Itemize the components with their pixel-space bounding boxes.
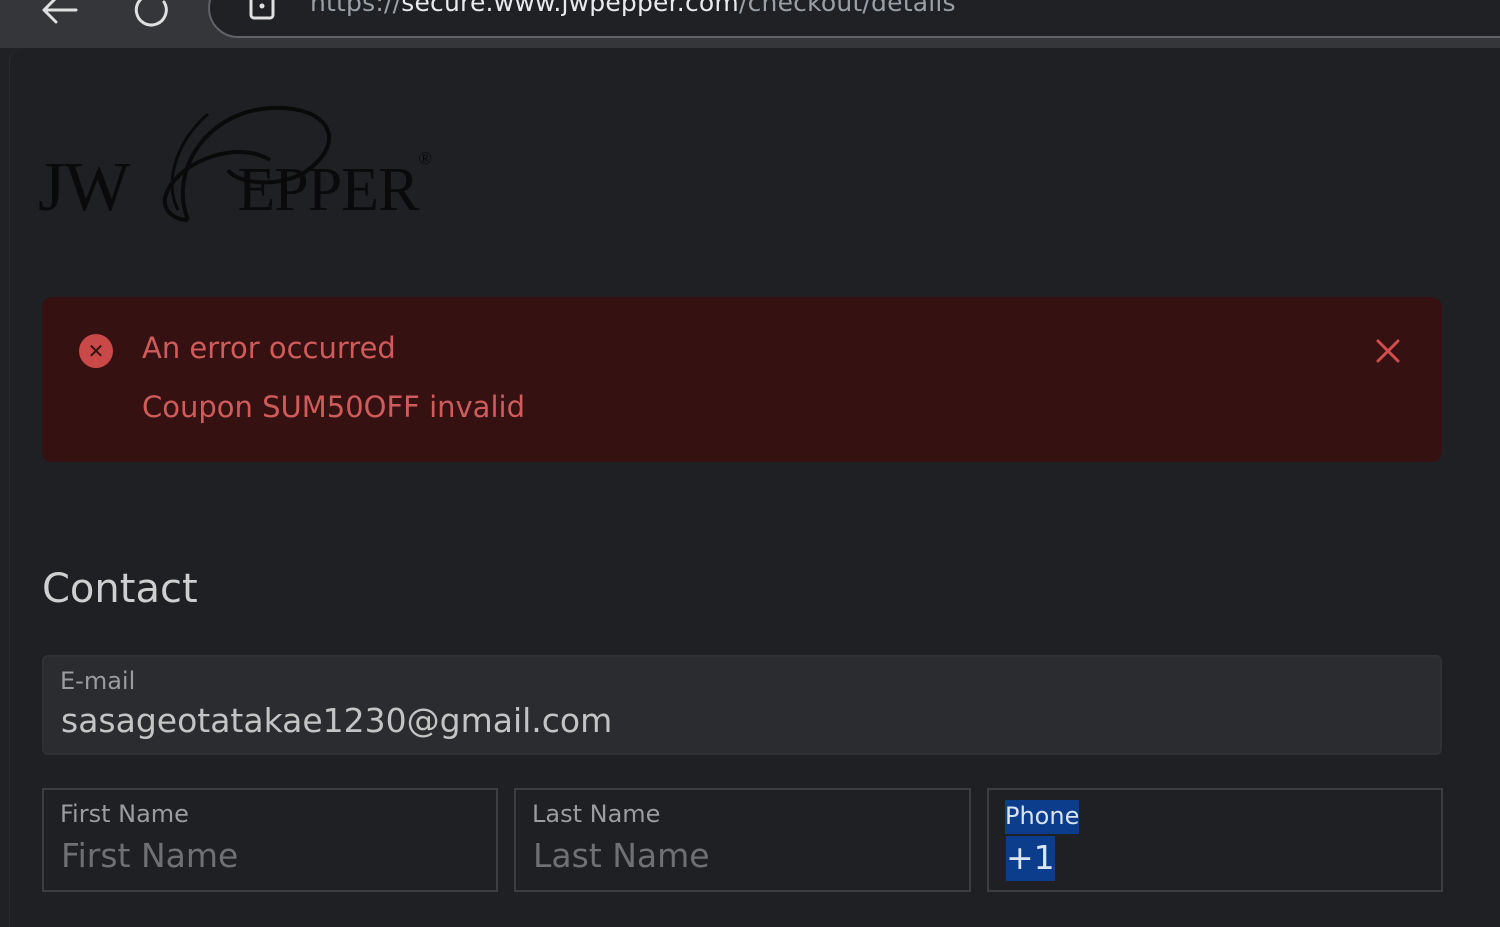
site-info-icon[interactable] [246, 0, 278, 24]
url-host: secure.www.jwpepper.com [401, 0, 739, 17]
logo-wordmark: JW EPPER® [38, 148, 432, 226]
error-alert: ✕ An error occurred Coupon SUM50OFF inva… [42, 297, 1442, 462]
last-name-label: Last Name [532, 800, 661, 828]
browser-toolbar: https://secure.www.jwpepper.com/checkout… [0, 0, 1500, 48]
email-label: E-mail [60, 667, 136, 695]
phone-field[interactable]: Phone +1 [987, 788, 1443, 892]
first-name-input[interactable]: First Name [61, 836, 238, 875]
contact-heading: Contact [42, 566, 198, 612]
error-circle-icon: ✕ [79, 334, 113, 368]
close-icon[interactable] [1372, 335, 1404, 367]
first-name-field[interactable]: First Name First Name [42, 788, 498, 892]
phone-label: Phone [1005, 800, 1080, 834]
first-name-label: First Name [60, 800, 189, 828]
back-arrow-icon[interactable] [38, 0, 82, 28]
email-field[interactable]: E-mail sasageotatakae1230@gmail.com [42, 655, 1442, 755]
url-path: /checkout/details [738, 0, 956, 17]
jwpepper-logo[interactable]: JW EPPER® [38, 100, 458, 230]
alert-message: Coupon SUM50OFF invalid [142, 390, 525, 424]
phone-input[interactable]: +1 [1006, 836, 1055, 881]
last-name-input[interactable]: Last Name [533, 836, 710, 875]
reload-icon[interactable] [128, 0, 172, 28]
last-name-field[interactable]: Last Name Last Name [514, 788, 971, 892]
alert-title: An error occurred [142, 331, 396, 365]
url-scheme: https:// [310, 0, 402, 17]
address-url[interactable]: https://secure.www.jwpepper.com/checkout… [310, 0, 956, 17]
email-value[interactable]: sasageotatakae1230@gmail.com [61, 701, 612, 740]
